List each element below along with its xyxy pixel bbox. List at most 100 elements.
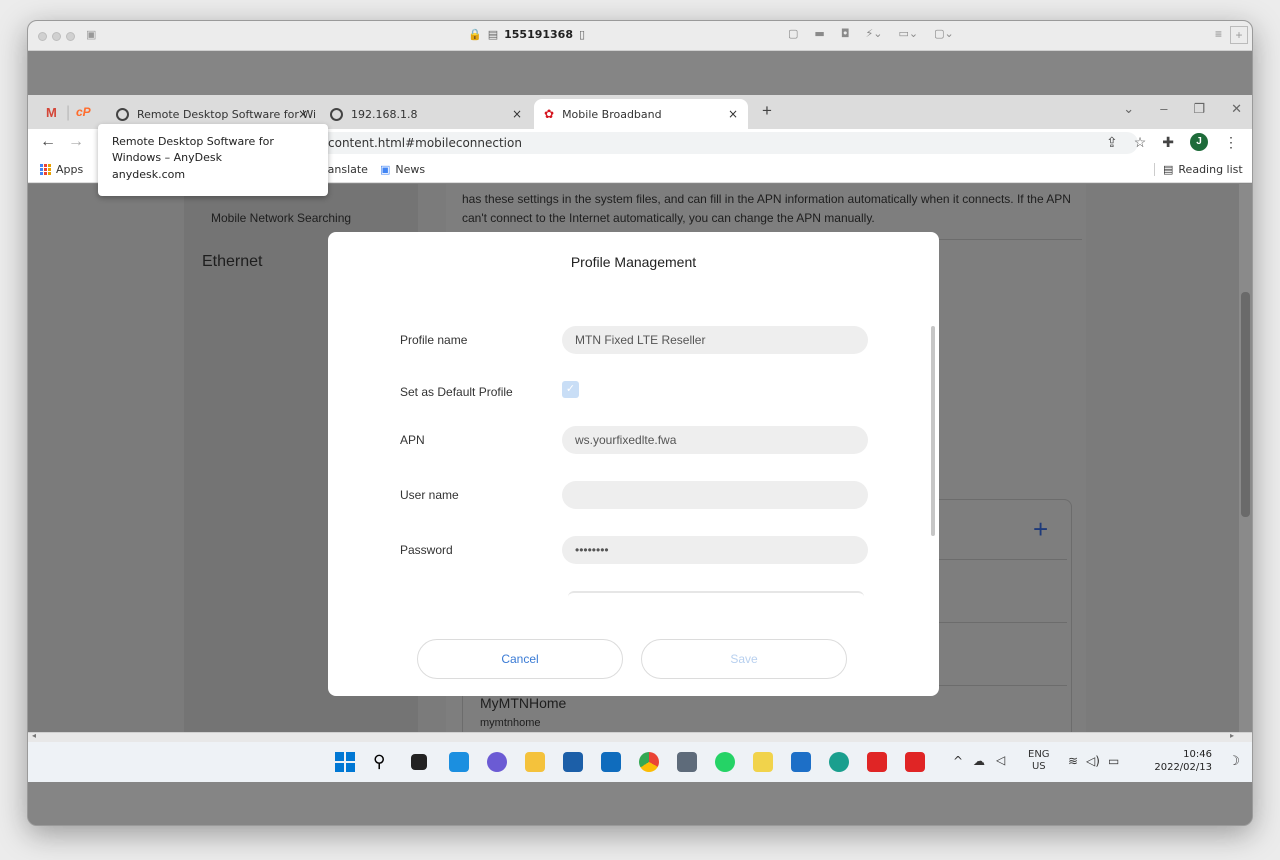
bookmark-apps[interactable]: Apps: [40, 163, 83, 176]
window-controls: ⌄ – ❐ ✕: [1123, 101, 1242, 117]
username-label: User name: [400, 488, 459, 502]
location-icon[interactable]: ◁: [996, 753, 1005, 767]
restore-icon[interactable]: ❐: [1193, 101, 1205, 117]
tab-router-ip[interactable]: 192.168.1.8 ×: [320, 99, 532, 129]
close-window-button[interactable]: [38, 32, 47, 41]
calculator-icon[interactable]: [677, 752, 697, 772]
action-icon[interactable]: ⚡⌄: [866, 27, 883, 40]
windows-start-icon[interactable]: [335, 752, 355, 772]
tooltip-title: Remote Desktop Software for Windows – An…: [112, 135, 274, 164]
page-scrollbar[interactable]: [1239, 184, 1252, 732]
default-profile-label: Set as Default Profile: [400, 385, 513, 399]
window-footer: [28, 782, 1252, 825]
zoom-window-button[interactable]: [66, 32, 75, 41]
forward-icon[interactable]: →: [68, 133, 84, 151]
sidebar-item-mobile-network-searching[interactable]: Mobile Network Searching: [211, 211, 351, 225]
bookmark-star-icon[interactable]: ☆: [1134, 134, 1147, 151]
cut-off-field: [568, 591, 864, 597]
screenshot-icon[interactable]: ◘: [841, 27, 850, 40]
monitor-icon: ▤: [487, 28, 499, 41]
remote-app-icon[interactable]: [791, 752, 811, 772]
apn-label: APN: [400, 433, 425, 447]
add-profile-icon[interactable]: +: [1033, 514, 1048, 545]
tab-mobile-broadband[interactable]: ✿ Mobile Broadband ×: [534, 99, 748, 129]
clipboard-icon[interactable]: ▢: [788, 27, 798, 40]
window-icon[interactable]: ▢⌄: [934, 27, 954, 40]
globe-icon: [116, 107, 129, 121]
task-view-icon[interactable]: [411, 754, 427, 770]
wifi-icon[interactable]: ≋: [1068, 754, 1078, 768]
battery-icon[interactable]: ▭: [1108, 754, 1119, 768]
notification-icon[interactable]: ☽: [1228, 754, 1240, 769]
reading-list-button[interactable]: ▤ Reading list: [1154, 163, 1243, 176]
huawei-icon: ✿: [544, 107, 555, 121]
edge-icon[interactable]: [829, 752, 849, 772]
password-label: Password: [400, 543, 453, 557]
apps-grid-icon: [40, 164, 51, 175]
profile-list-subtitle: mymtnhome: [480, 717, 541, 729]
display-icon[interactable]: ▭⌄: [898, 27, 918, 40]
more-menu-icon[interactable]: ⋮: [1224, 134, 1238, 151]
teams-chat-icon[interactable]: [487, 752, 507, 772]
session-toolbar: ▢ ▬ ◘ ⚡⌄ ▭⌄ ▢⌄: [788, 27, 954, 40]
save-button[interactable]: Save: [641, 639, 847, 679]
default-profile-checkbox[interactable]: ✓: [562, 381, 579, 398]
anydesk-icon[interactable]: [867, 752, 887, 772]
new-tab-button[interactable]: +: [762, 101, 772, 121]
apn-input[interactable]: [562, 426, 868, 454]
news-icon: ▣: [380, 163, 391, 176]
back-icon[interactable]: ←: [40, 133, 56, 151]
sidebar-icon[interactable]: ▣: [86, 28, 96, 41]
password-input[interactable]: [562, 536, 868, 564]
scrollbar-thumb[interactable]: [1241, 292, 1250, 517]
gmail-pinned-tab[interactable]: M: [46, 105, 57, 120]
menu-icon[interactable]: ≡: [1215, 27, 1222, 41]
session-title: 🔒 ▤ 155191368 ▯: [468, 28, 586, 41]
minimize-window-button[interactable]: [52, 32, 61, 41]
close-tab-icon[interactable]: ×: [512, 107, 522, 121]
address-bar[interactable]: content.html#mobileconnection: [318, 132, 1138, 154]
language-indicator[interactable]: ENG US: [1028, 749, 1050, 773]
username-input[interactable]: [562, 481, 868, 509]
anydesk-icon[interactable]: [905, 752, 925, 772]
scroll-left-icon[interactable]: ◂: [32, 731, 36, 740]
tooltip-domain: anydesk.com: [112, 168, 186, 181]
minimize-icon[interactable]: –: [1160, 101, 1167, 117]
new-session-button[interactable]: +: [1230, 26, 1248, 44]
sidebar-section-ethernet[interactable]: Ethernet: [202, 253, 262, 271]
profile-list-item[interactable]: MyMTNHome: [480, 695, 566, 711]
avatar[interactable]: J: [1190, 133, 1208, 151]
store-icon[interactable]: [563, 752, 583, 772]
extensions-icon[interactable]: ✚: [1162, 134, 1174, 151]
horizontal-scrollbar[interactable]: ◂ ▸: [28, 731, 1252, 742]
chat-icon[interactable]: ▬: [814, 27, 824, 40]
volume-icon[interactable]: ◁): [1086, 754, 1100, 768]
scroll-right-icon[interactable]: ▸: [1230, 731, 1234, 740]
dialog-scrollbar[interactable]: [931, 326, 935, 536]
mail-icon[interactable]: [601, 752, 621, 772]
globe-icon: [330, 107, 343, 121]
file-explorer-icon[interactable]: [525, 752, 545, 772]
lock-icon: 🔒: [468, 28, 482, 41]
tab-search-icon[interactable]: ⌄: [1123, 101, 1134, 117]
profile-name-input[interactable]: [562, 326, 868, 354]
widgets-icon[interactable]: [449, 752, 469, 772]
notepad-icon[interactable]: [753, 752, 773, 772]
chrome-icon[interactable]: [639, 752, 659, 772]
whatsapp-icon[interactable]: [715, 752, 735, 772]
search-icon[interactable]: ⚲: [373, 752, 393, 772]
file-icon: ▯: [579, 28, 586, 41]
toolbar-actions: ⇪ ☆ ✚ J ⋮: [1106, 133, 1238, 151]
bookmark-news[interactable]: ▣ News: [380, 163, 425, 176]
cloud-icon[interactable]: ☁: [973, 754, 985, 768]
cpanel-pinned-tab[interactable]: cP: [76, 105, 91, 119]
close-tab-icon[interactable]: ×: [728, 107, 738, 121]
share-icon[interactable]: ⇪: [1106, 134, 1118, 151]
cancel-button[interactable]: Cancel: [417, 639, 623, 679]
close-icon[interactable]: ✕: [1231, 101, 1242, 117]
close-tab-icon[interactable]: ×: [298, 107, 308, 121]
clock[interactable]: 10:46 2022/02/13: [1154, 748, 1212, 774]
windows-taskbar: ⚲ ^ ☁ ◁ ENG US ≋ ◁) ▭ 10:46 2022/02/13 ☽: [28, 742, 1252, 782]
chevron-up-icon[interactable]: ^: [953, 754, 963, 768]
mac-titlebar: ▣ 🔒 ▤ 155191368 ▯ ▢ ▬ ◘ ⚡⌄ ▭⌄ ▢⌄ ≡ +: [28, 21, 1252, 51]
